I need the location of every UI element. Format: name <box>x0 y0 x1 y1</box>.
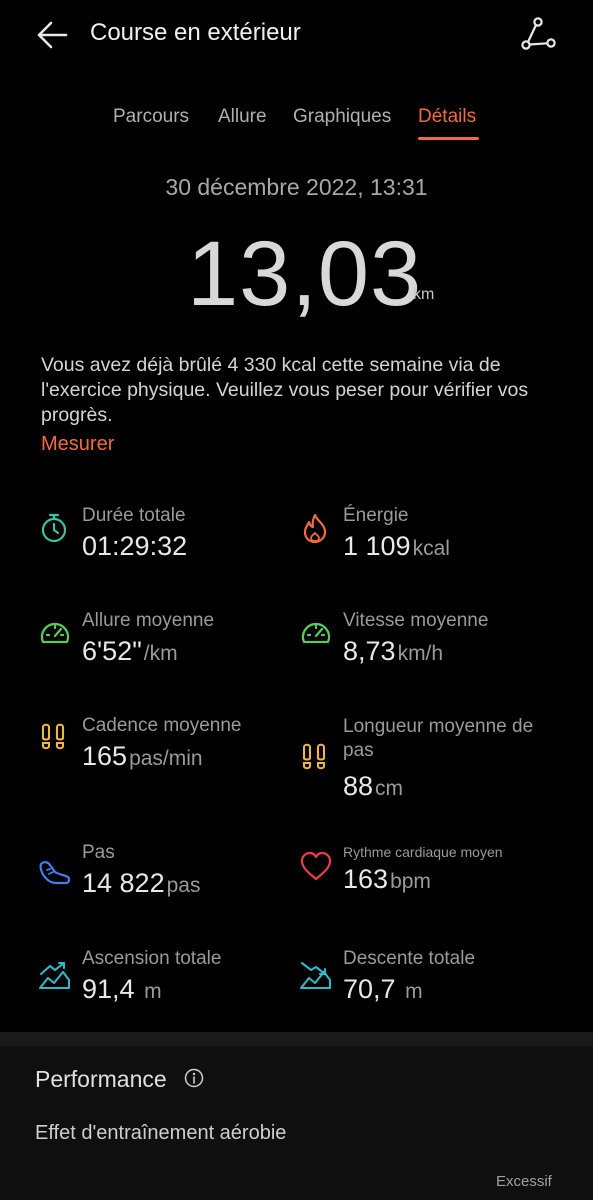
footprints-icon <box>299 741 333 775</box>
tab-details[interactable]: Détails <box>418 106 476 128</box>
stat-label: Cadence moyenne <box>82 715 242 736</box>
route-share-icon[interactable] <box>518 14 558 54</box>
workout-details-screen: Course en extérieur Parcours Allure Grap… <box>0 0 593 1200</box>
workout-date: 30 décembre 2022, 13:31 <box>165 174 428 200</box>
ascent-icon <box>38 960 72 994</box>
stat-label: Énergie <box>343 505 409 526</box>
active-tab-indicator <box>418 137 479 140</box>
stat-label: Rythme cardiaque moyen <box>343 844 503 860</box>
stat-label: Durée totale <box>82 505 186 526</box>
footprints-icon <box>38 721 72 755</box>
distance-summary: 13,03 km <box>0 222 593 325</box>
tab-allure[interactable]: Allure <box>218 106 267 128</box>
section-divider <box>0 1032 593 1046</box>
stat-value: 165pas/min <box>82 741 203 771</box>
stat-value: 01:29:32 <box>82 531 188 561</box>
aerobic-training-effect-label: Effet d'entraînement aérobie <box>35 1122 287 1144</box>
distance-unit: km <box>413 286 435 303</box>
speedometer-icon <box>299 616 333 650</box>
weight-reminder-message: Vous avez déjà brûlé 4 330 kcal cette se… <box>41 354 529 426</box>
flame-icon <box>299 511 333 545</box>
shoe-icon <box>38 856 72 890</box>
tab-parcours[interactable]: Parcours <box>113 106 189 128</box>
tab-bar: Parcours Allure Graphiques Détails <box>0 106 593 146</box>
stat-label: Descente totale <box>343 948 476 969</box>
stat-value: 163bpm <box>343 864 431 894</box>
descent-icon <box>299 960 333 994</box>
stat-value: 8,73km/h <box>343 636 444 666</box>
page-title: Course en extérieur <box>90 19 301 46</box>
tab-graphiques[interactable]: Graphiques <box>293 106 391 128</box>
stat-value: 6'52"/km <box>82 636 178 666</box>
stat-value: 1 109kcal <box>343 531 450 561</box>
stat-value: 91,4 m <box>82 974 162 1004</box>
heart-icon <box>299 850 333 884</box>
arrow-left-icon[interactable] <box>34 16 72 54</box>
stat-label: Allure moyenne <box>82 610 215 631</box>
stat-value: 70,7 m <box>343 974 423 1004</box>
stopwatch-icon <box>38 511 72 545</box>
stat-value: 88cm <box>343 771 404 801</box>
stat-label: Pas <box>82 842 115 863</box>
distance-value: 13,03 <box>187 223 423 325</box>
training-effect-level: Excessif <box>496 1173 552 1190</box>
stat-label: Longueur moyenne de pas <box>343 716 534 761</box>
stat-label: Ascension totale <box>82 948 222 969</box>
stat-label: Vitesse moyenne <box>343 610 489 631</box>
header: Course en extérieur <box>0 0 593 70</box>
speedometer-icon <box>38 616 72 650</box>
measure-link[interactable]: Mesurer <box>41 433 114 456</box>
stat-value: 14 822pas <box>82 868 201 898</box>
info-icon[interactable] <box>184 1068 204 1088</box>
performance-title: Performance <box>35 1066 167 1092</box>
